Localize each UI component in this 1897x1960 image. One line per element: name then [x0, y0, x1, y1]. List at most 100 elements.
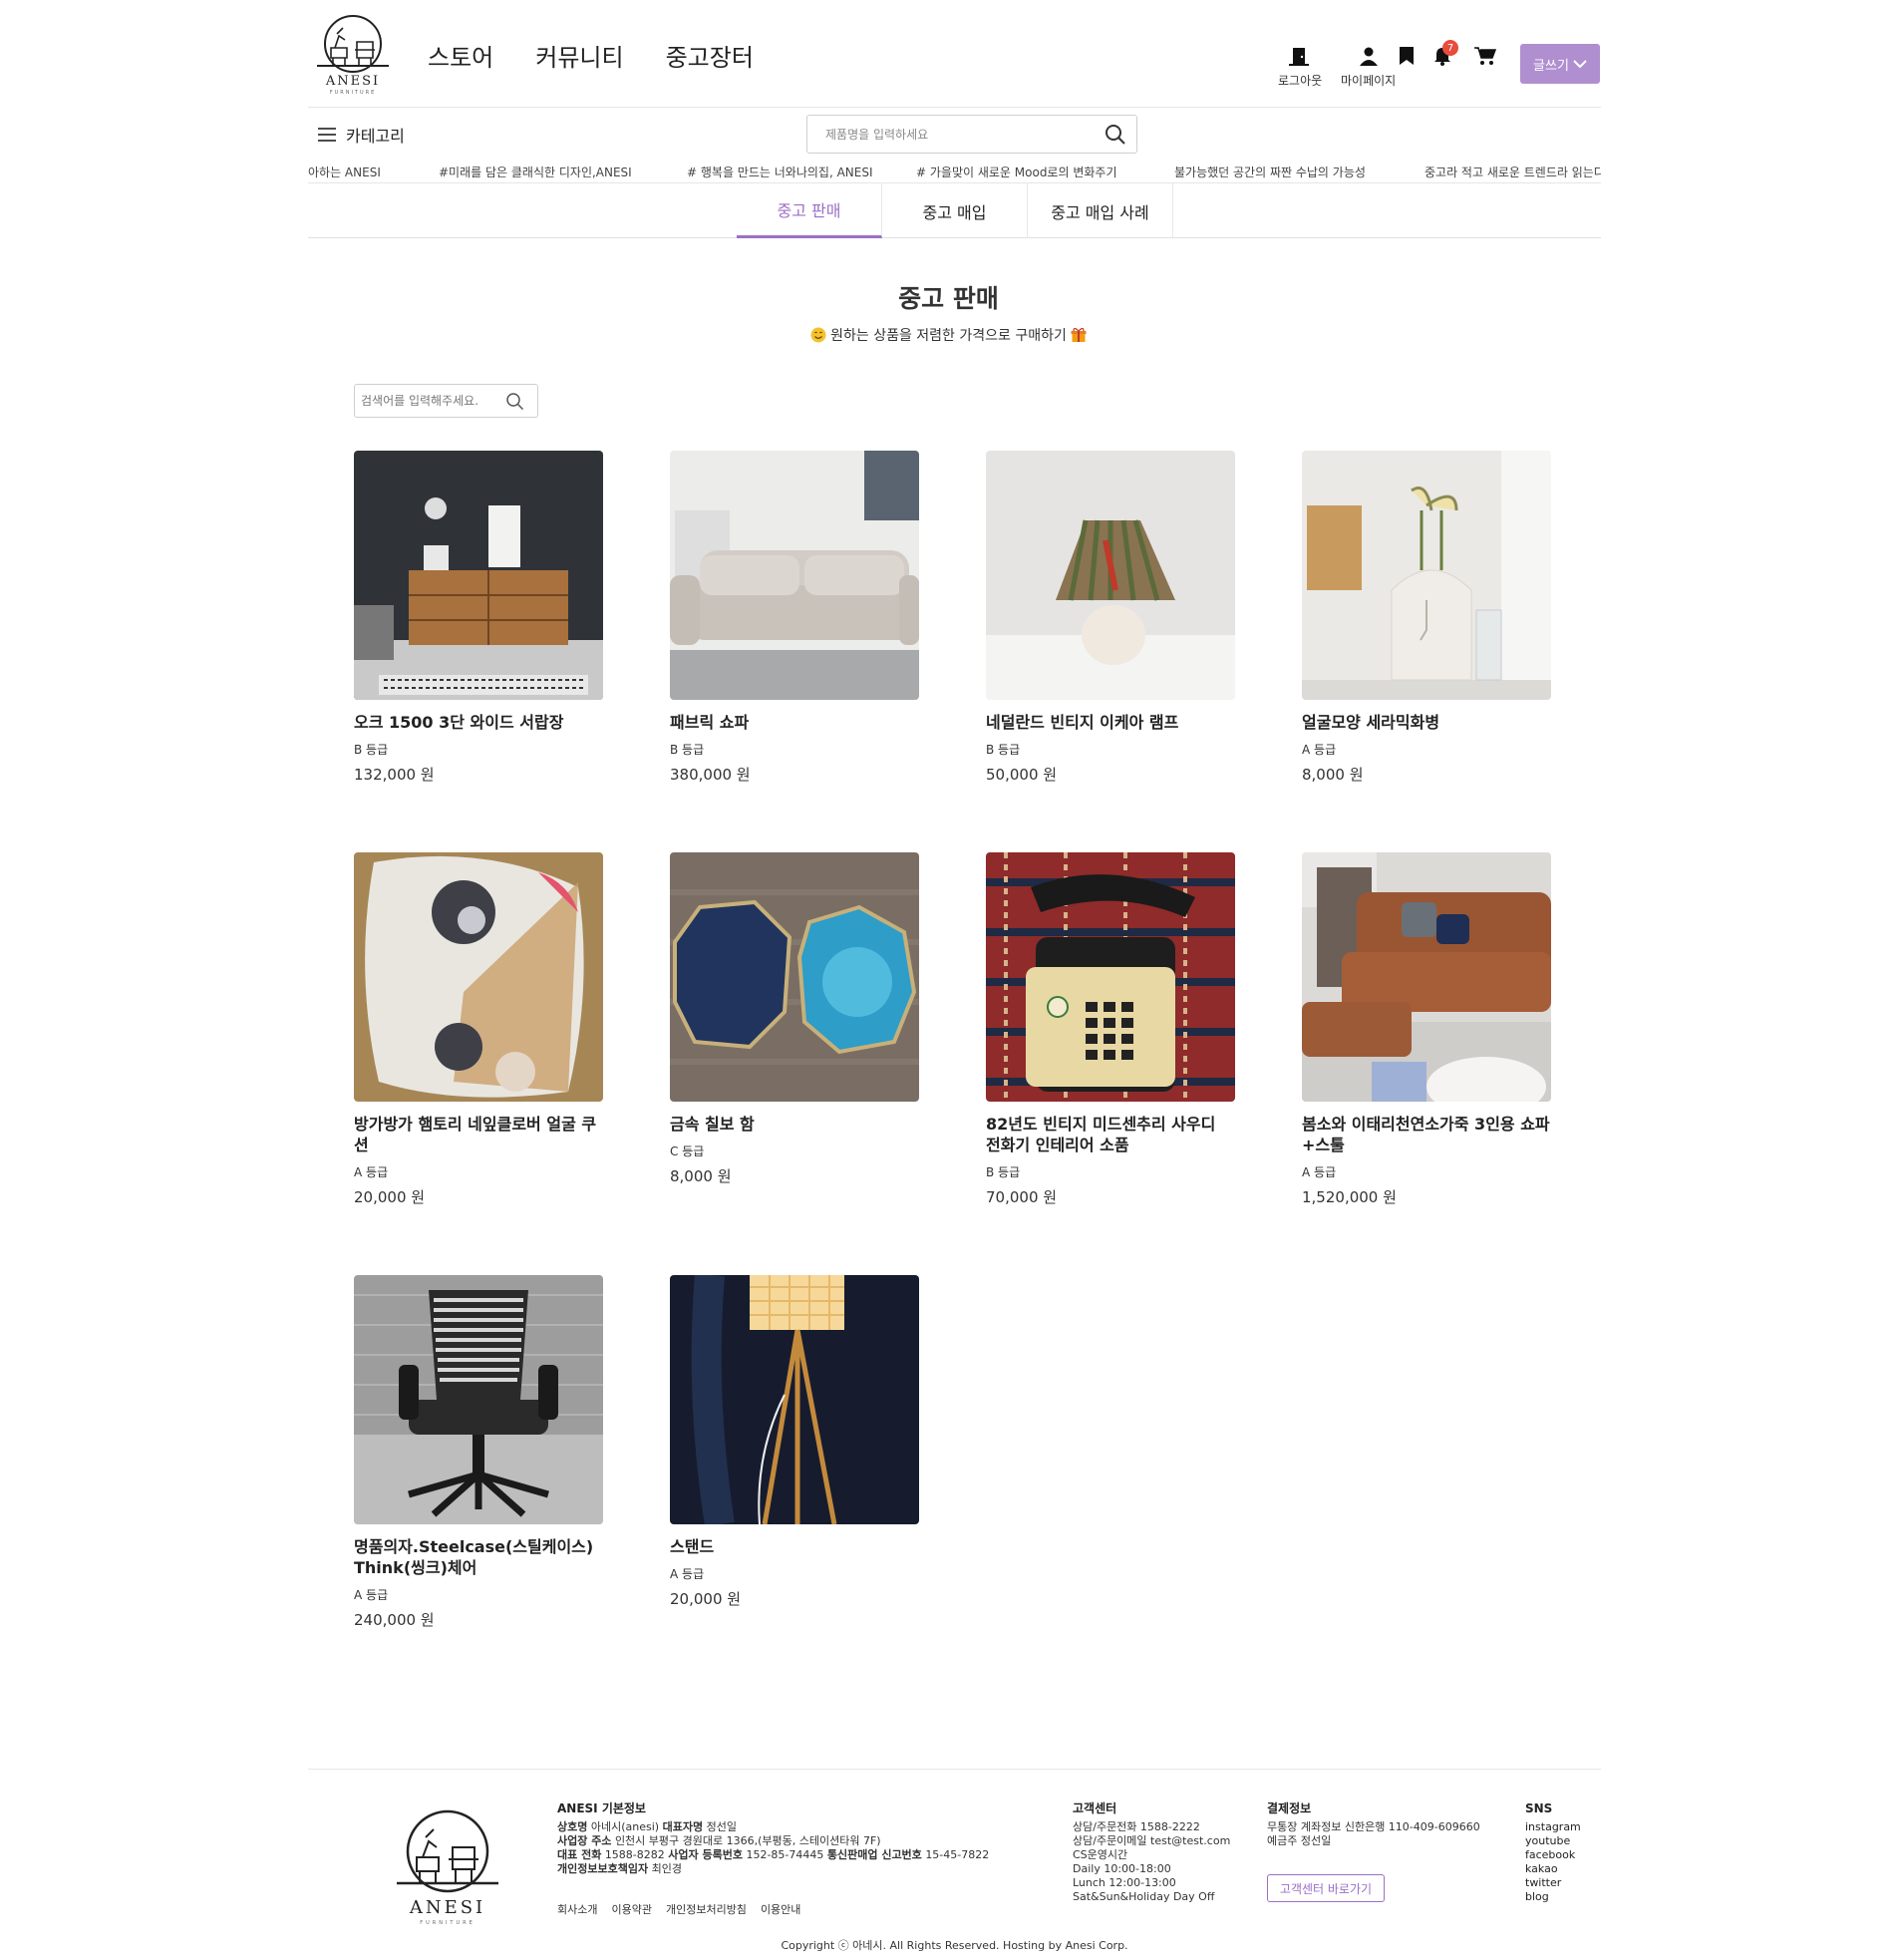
product-card[interactable]: 금속 칠보 함 C 등급 8,000 원: [670, 852, 919, 1186]
gift-emoji-icon: [1071, 327, 1087, 342]
sns-link-twitter[interactable]: twitter: [1525, 1876, 1581, 1890]
product-price: 20,000 원: [354, 1188, 426, 1206]
company-info-line: 상호명 아네시(anesi) 대표자명 정선일: [557, 1820, 737, 1833]
product-card[interactable]: 네덜란드 빈티지 이케아 램프 B 등급 50,000 원: [986, 451, 1235, 785]
product-image-leather-sofa[interactable]: [1302, 852, 1551, 1102]
product-price: 20,000 원: [670, 1590, 742, 1608]
product-name[interactable]: 금속 칠보 함: [670, 1114, 919, 1135]
brand-logo[interactable]: ANESI FURNITURE: [313, 14, 393, 96]
cs-line: Daily 10:00-18:00: [1073, 1862, 1171, 1875]
footer-brand-subtitle: FURNITURE: [420, 1920, 475, 1926]
ticker-item[interactable]: #미래를 담은 클래식한 디자인,ANESI: [439, 163, 632, 180]
product-image-cushion[interactable]: [354, 852, 603, 1102]
page-title: 중고 판매: [898, 284, 999, 313]
bookmark-button[interactable]: [1399, 44, 1415, 68]
footer-logo[interactable]: ANESI FURNITURE: [393, 1807, 502, 1927]
product-price: 132,000 원: [354, 766, 435, 784]
ticker-item[interactable]: # 가을맞이 새로운 Mood로의 변화주기: [916, 163, 1117, 180]
footer-link-about[interactable]: 회사소개: [557, 1901, 597, 1917]
ticker-item[interactable]: 중고라 적고 새로운 트렌드라 읽는다: [1424, 163, 1601, 180]
product-card[interactable]: 얼굴모양 세라믹화병 A 등급 8,000 원: [1302, 451, 1551, 785]
footer-links: 회사소개 이용약관 개인정보처리방침 이용안내: [557, 1901, 800, 1917]
list-search-input[interactable]: [355, 385, 499, 417]
product-name[interactable]: 방가방가 햄토리 네잎클로버 얼굴 쿠션: [354, 1114, 603, 1155]
payment-info-title: 결제정보: [1267, 1801, 1312, 1815]
product-card[interactable]: 패브릭 쇼파 B 등급 380,000 원: [670, 451, 919, 785]
product-card[interactable]: 오크 1500 3단 와이드 서랍장 B 등급 132,000 원: [354, 451, 603, 785]
ticker-item[interactable]: # 행복을 만드는 너와나의집, ANESI: [687, 163, 873, 180]
product-search: [806, 115, 1137, 154]
logo-chair-icon: [317, 15, 389, 73]
copyright: Copyright ⓒ 아네시. All Rights Reserved. Ho…: [781, 1939, 1128, 1952]
product-name[interactable]: 네덜란드 빈티지 이케아 램프: [986, 712, 1235, 733]
cart-button[interactable]: [1474, 44, 1496, 68]
tab-used-purchase[interactable]: 중고 매입: [882, 183, 1028, 238]
site-footer: ANESI FURNITURE ANESI 기본정보 상호명 아네시(anesi…: [308, 1769, 1601, 1960]
page-subtitle: 원하는 상품을 저렴한 가격으로 구매하기: [0, 325, 1897, 345]
product-card[interactable]: 봄소와 이태리천연소가죽 3인용 쇼파+스툴 A 등급 1,520,000 원: [1302, 852, 1551, 1207]
write-button[interactable]: 글쓰기: [1520, 44, 1600, 84]
sns-link-youtube[interactable]: youtube: [1525, 1834, 1581, 1848]
sns-title: SNS: [1525, 1801, 1553, 1815]
tab-purchase-cases[interactable]: 중고 매입 사례: [1028, 183, 1173, 238]
product-name[interactable]: 패브릭 쇼파: [670, 712, 919, 733]
ticker-item[interactable]: 불가능했던 공간의 짜짠 수납의 가능성: [1174, 163, 1366, 180]
product-image-enamel-box[interactable]: [670, 852, 919, 1102]
product-card[interactable]: 명품의자.Steelcase(스틸케이스) Think(씽크)체어 A 등급 2…: [354, 1275, 603, 1630]
bookmark-icon: [1399, 44, 1415, 68]
payment-line: 무통장 계좌정보 신한은행 110-409-609660: [1267, 1820, 1480, 1833]
search-icon[interactable]: [1105, 124, 1126, 146]
logo-chair-icon: [397, 1809, 498, 1893]
product-image-lamp[interactable]: [986, 451, 1235, 700]
product-price: 50,000 원: [986, 766, 1058, 784]
payment-line: 예금주 정선일: [1267, 1834, 1332, 1847]
tab-used-sale[interactable]: 중고 판매: [737, 183, 882, 238]
sns-link-instagram[interactable]: instagram: [1525, 1820, 1581, 1834]
product-name[interactable]: 82년도 빈티지 미드센추리 사우디 전화기 인테리어 소품: [986, 1114, 1235, 1155]
nav-store[interactable]: 스토어: [428, 38, 493, 73]
product-price: 240,000 원: [354, 1611, 435, 1629]
nav-community[interactable]: 커뮤니티: [535, 38, 623, 73]
product-card[interactable]: 방가방가 햄토리 네잎클로버 얼굴 쿠션 A 등급 20,000 원: [354, 852, 603, 1207]
customer-center-button[interactable]: 고객센터 바로가기: [1267, 1874, 1385, 1902]
product-search-input[interactable]: [807, 116, 1077, 153]
footer-link-guide[interactable]: 이용안내: [761, 1901, 800, 1917]
main-nav: 스토어 커뮤니티 중고장터: [428, 38, 754, 73]
nav-used-market[interactable]: 중고장터: [666, 38, 754, 73]
sns-link-blog[interactable]: blog: [1525, 1890, 1581, 1904]
category-toggle[interactable]: 카테고리: [318, 123, 405, 147]
product-card[interactable]: 82년도 빈티지 미드센추리 사우디 전화기 인테리어 소품 B 등급 70,0…: [986, 852, 1235, 1207]
mypage-button[interactable]: 마이페이지: [1341, 44, 1396, 89]
product-grade: B 등급: [986, 1165, 1021, 1179]
category-label: 카테고리: [346, 127, 405, 146]
cs-line: Lunch 12:00-13:00: [1073, 1876, 1176, 1889]
company-info-line: 개인정보보호책임자 최인경: [557, 1862, 682, 1875]
notification-button[interactable]: 7: [1432, 40, 1458, 68]
product-image-floor-stand[interactable]: [670, 1275, 919, 1524]
product-name[interactable]: 봄소와 이태리천연소가죽 3인용 쇼파+스툴: [1302, 1114, 1551, 1155]
notification-badge: 7: [1442, 40, 1458, 56]
sns-link-kakao[interactable]: kakao: [1525, 1862, 1581, 1876]
search-icon[interactable]: [505, 392, 525, 412]
sns-link-facebook[interactable]: facebook: [1525, 1848, 1581, 1862]
product-image-office-chair[interactable]: [354, 1275, 603, 1524]
product-name[interactable]: 오크 1500 3단 와이드 서랍장: [354, 712, 603, 733]
product-image-sofa[interactable]: [670, 451, 919, 700]
product-name[interactable]: 스탠드: [670, 1536, 919, 1557]
company-info-line: 사업장 주소 인천시 부평구 경원대로 1366,(부평동, 스테이션타워 7F…: [557, 1834, 881, 1847]
product-name[interactable]: 얼굴모양 세라믹화병: [1302, 712, 1551, 733]
customer-center-title: 고객센터: [1073, 1801, 1117, 1815]
product-image-face-vase[interactable]: [1302, 451, 1551, 700]
product-image-dresser[interactable]: [354, 451, 603, 700]
product-price: 8,000 원: [1302, 766, 1364, 784]
footer-link-terms[interactable]: 이용약관: [611, 1901, 651, 1917]
product-image-telephone[interactable]: [986, 852, 1235, 1102]
product-name[interactable]: 명품의자.Steelcase(스틸케이스) Think(씽크)체어: [354, 1536, 603, 1578]
ticker-item[interactable]: 아하는 ANESI: [308, 163, 381, 180]
footer-link-privacy[interactable]: 개인정보처리방침: [666, 1901, 747, 1917]
cs-line: 상담/주문이메일 test@test.com: [1073, 1834, 1231, 1847]
product-card[interactable]: 스탠드 A 등급 20,000 원: [670, 1275, 919, 1609]
logout-button[interactable]: 로그아웃: [1278, 44, 1322, 89]
company-info-line: 대표 전화 1588-8282 사업자 등록번호 152-85-74445 통신…: [557, 1848, 990, 1861]
product-price: 380,000 원: [670, 766, 751, 784]
